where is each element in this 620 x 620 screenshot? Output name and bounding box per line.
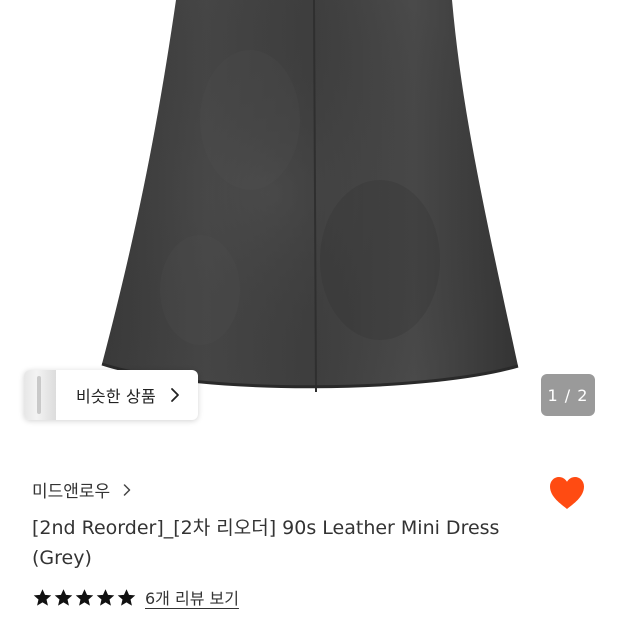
image-pager-text: 1 / 2 <box>547 385 589 405</box>
star-icon <box>117 588 136 606</box>
view-reviews-link[interactable]: 6개 리뷰 보기 <box>145 585 239 609</box>
product-title: [2nd Reorder]_[2차 리오더] 90s Leather Mini … <box>32 517 500 569</box>
dress-image <box>101 0 519 393</box>
chevron-right-icon <box>170 388 179 402</box>
similar-products-button[interactable]: 비슷한 상품 <box>24 370 198 420</box>
brand-link[interactable]: 미드앤로우 <box>32 477 134 502</box>
star-rating <box>32 587 137 608</box>
product-image-area[interactable]: 비슷한 상품 1 / 2 <box>0 0 620 438</box>
heart-icon[interactable] <box>547 473 587 513</box>
chevron-right-icon <box>123 483 131 496</box>
rating-row: 6개 리뷰 보기 <box>32 585 239 609</box>
similar-product-thumbnail <box>24 370 56 420</box>
star-icon <box>33 588 52 606</box>
image-pager: 1 / 2 <box>541 374 595 416</box>
star-icon <box>54 588 73 606</box>
similar-products-label: 비슷한 상품 <box>76 387 156 406</box>
star-icon <box>96 588 115 606</box>
star-icon <box>75 588 94 606</box>
brand-name: 미드앤로우 <box>32 482 111 502</box>
